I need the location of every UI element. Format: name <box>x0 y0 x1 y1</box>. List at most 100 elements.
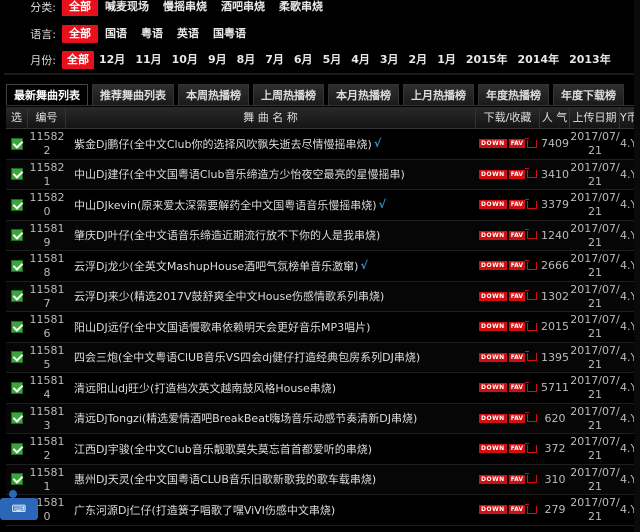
row-checkbox[interactable] <box>11 168 23 181</box>
download-button[interactable]: DOWN <box>478 322 507 332</box>
row-checkbox[interactable] <box>11 259 23 272</box>
row-checkbox[interactable] <box>11 290 23 303</box>
favorite-button[interactable]: FAV <box>508 261 526 271</box>
row-song-name-link[interactable]: 惠州DJ天灵(全中文国粤语CLUB音乐旧歌新歌我的歌车载串烧) <box>74 471 376 487</box>
row-song-name-link[interactable]: 紫金Dj鹏仔(全中文Club你的选择风吹飘失逝去尽情慢摇串烧) <box>74 136 372 152</box>
month-option-5[interactable]: 8月 <box>232 51 261 69</box>
tab-year-downloads[interactable]: 年度下载榜 <box>553 84 624 106</box>
month-option-15[interactable]: 2013年 <box>564 51 616 69</box>
language-option-2[interactable]: 粤语 <box>134 25 170 43</box>
tab-recommended[interactable]: 推荐舞曲列表 <box>92 84 174 106</box>
row-song-name-link[interactable]: 云浮DJ来少(精选2017V鼓舒爽全中文House伤感情歌系列串烧) <box>74 288 384 304</box>
table-row[interactable]: 115821 中山Dj建仔(全中文国粤语Club音乐缔造方少怡夜空最亮的星慢摇串)… <box>6 159 634 190</box>
favorite-button[interactable]: FAV <box>508 505 526 515</box>
row-song-name-link[interactable]: 云浮Dj龙少(全英文MashupHouse酒吧气氛榜单音乐激窜) <box>74 258 358 274</box>
table-row[interactable]: 115818 云浮Dj龙少(全英文MashupHouse酒吧气氛榜单音乐激窜) √ D… <box>6 251 634 282</box>
download-button[interactable]: DOWN <box>478 230 507 240</box>
tab-this-week[interactable]: 本周热播榜 <box>178 84 249 106</box>
keyboard-widget-button[interactable]: ⌨ <box>0 498 38 520</box>
cart-icon[interactable] <box>525 229 538 240</box>
language-option-3[interactable]: 英语 <box>170 25 206 43</box>
tab-last-week[interactable]: 上周热播榜 <box>253 84 324 106</box>
row-song-name-link[interactable]: 广东河源Dj仁仔(打造簧子唱歌了嘿ViVI伤感中文串烧) <box>74 502 335 518</box>
row-checkbox[interactable] <box>11 442 23 455</box>
cart-icon[interactable] <box>525 351 538 362</box>
cart-icon[interactable] <box>525 412 538 423</box>
favorite-button[interactable]: FAV <box>508 444 526 454</box>
cart-icon[interactable] <box>525 168 538 179</box>
category-option-4[interactable]: 柔歌串烧 <box>272 0 330 16</box>
favorite-button[interactable]: FAV <box>508 322 526 332</box>
row-checkbox[interactable] <box>11 198 23 211</box>
category-option-1[interactable]: 喊麦现场 <box>98 0 156 16</box>
language-option-all[interactable]: 全部 <box>62 25 98 43</box>
language-option-4[interactable]: 国粤语 <box>206 25 253 43</box>
month-option-1[interactable]: 12月 <box>94 51 130 69</box>
cart-icon[interactable] <box>525 381 538 392</box>
row-song-name-link[interactable]: 阳山DJ远仔(全中文国语慢歌串依赖明天会更好音乐MP3唱片) <box>74 319 370 335</box>
download-button[interactable]: DOWN <box>478 169 507 179</box>
table-row[interactable]: 115811 惠州DJ天灵(全中文国粤语CLUB音乐旧歌新歌我的歌车载串烧) DOW… <box>6 464 634 495</box>
month-option-13[interactable]: 2015年 <box>461 51 513 69</box>
month-option-6[interactable]: 7月 <box>260 51 289 69</box>
cart-icon[interactable] <box>525 473 538 484</box>
month-option-7[interactable]: 6月 <box>289 51 318 69</box>
download-button[interactable]: DOWN <box>478 261 507 271</box>
row-checkbox[interactable] <box>11 473 23 486</box>
table-row[interactable]: 115813 清远DjTongzi(精选爱情酒吧BreakBeat嗨场音乐动感节奏… <box>6 403 634 434</box>
row-song-name-link[interactable]: 肇庆DJ叶仔(全中文语音乐缔造近期流行放不下你的人是我串烧) <box>74 227 380 243</box>
cart-icon[interactable] <box>525 137 538 148</box>
download-button[interactable]: DOWN <box>478 444 507 454</box>
favorite-button[interactable]: FAV <box>508 413 526 423</box>
category-option-2[interactable]: 慢摇串烧 <box>156 0 214 16</box>
download-button[interactable]: DOWN <box>478 505 507 515</box>
category-option-3[interactable]: 酒吧串烧 <box>214 0 272 16</box>
cart-icon[interactable] <box>525 503 538 514</box>
row-song-name-link[interactable]: 中山DJkevin(原来爱太深需要解药全中文国粤语音乐慢摇串烧) <box>74 197 377 213</box>
month-option-12[interactable]: 1月 <box>432 51 461 69</box>
table-row[interactable]: 115820 中山DJkevin(原来爱太深需要解药全中文国粤语音乐慢摇串烧) √ D… <box>6 190 634 221</box>
tab-last-month[interactable]: 上月热播榜 <box>403 84 474 106</box>
month-option-11[interactable]: 2月 <box>404 51 433 69</box>
month-option-4[interactable]: 9月 <box>203 51 232 69</box>
row-checkbox[interactable] <box>11 320 23 333</box>
page-scrollbar[interactable] <box>634 0 640 532</box>
month-option-9[interactable]: 4月 <box>346 51 375 69</box>
table-row[interactable]: 115819 肇庆DJ叶仔(全中文语音乐缔造近期流行放不下你的人是我串烧) DOWN… <box>6 220 634 251</box>
row-song-name-link[interactable]: 江西DJ宇骏(全中文Club音乐靓歌莫失莫忘首首都爱听的串烧) <box>74 441 372 457</box>
favorite-button[interactable]: FAV <box>508 352 526 362</box>
month-option-8[interactable]: 5月 <box>318 51 347 69</box>
favorite-button[interactable]: FAV <box>508 139 526 149</box>
language-option-1[interactable]: 国语 <box>98 25 134 43</box>
table-row[interactable]: 115822 紫金Dj鹏仔(全中文Club你的选择风吹飘失逝去尽情慢摇串烧) √ DO… <box>6 129 634 160</box>
table-row[interactable]: 115815 四会三炮(全中文粤语ClUB音乐VS四会dj健仔打造经典包房系列DJ… <box>6 342 634 373</box>
download-button[interactable]: DOWN <box>478 383 507 393</box>
month-option-10[interactable]: 3月 <box>375 51 404 69</box>
row-song-name-link[interactable]: 清远DjTongzi(精选爱情酒吧BreakBeat嗨场音乐动感节奏清新DJ串烧… <box>74 410 417 426</box>
row-song-name-link[interactable]: 中山Dj建仔(全中文国粤语Club音乐缔造方少怡夜空最亮的星慢摇串) <box>74 166 405 182</box>
row-checkbox[interactable] <box>11 351 23 364</box>
download-button[interactable]: DOWN <box>478 474 507 484</box>
tab-latest[interactable]: 最新舞曲列表 <box>6 84 88 106</box>
row-checkbox[interactable] <box>11 412 23 425</box>
favorite-button[interactable]: FAV <box>508 383 526 393</box>
month-option-3[interactable]: 10月 <box>167 51 203 69</box>
cart-icon[interactable] <box>525 442 538 453</box>
cart-icon[interactable] <box>525 320 538 331</box>
category-option-all[interactable]: 全部 <box>62 0 98 16</box>
row-checkbox[interactable] <box>11 229 23 242</box>
month-option-2[interactable]: 11月 <box>130 51 166 69</box>
download-button[interactable]: DOWN <box>478 413 507 423</box>
row-song-name-link[interactable]: 清远阳山dj旺少(打造档次英文越南鼓风格House串烧) <box>74 380 336 396</box>
cart-icon[interactable] <box>525 259 538 270</box>
row-checkbox[interactable] <box>11 137 23 150</box>
month-option-all[interactable]: 全部 <box>62 51 94 69</box>
download-button[interactable]: DOWN <box>478 200 507 210</box>
tab-year-plays[interactable]: 年度热播榜 <box>478 84 549 106</box>
row-checkbox[interactable] <box>11 381 23 394</box>
table-row[interactable]: 115814 清远阳山dj旺少(打造档次英文越南鼓风格House串烧) DOWN FA… <box>6 373 634 404</box>
table-row[interactable]: 115816 阳山DJ远仔(全中文国语慢歌串依赖明天会更好音乐MP3唱片) DOWN… <box>6 312 634 343</box>
row-song-name-link[interactable]: 四会三炮(全中文粤语ClUB音乐VS四会dj健仔打造经典包房系列DJ串烧) <box>74 349 420 365</box>
download-button[interactable]: DOWN <box>478 139 507 149</box>
month-option-14[interactable]: 2014年 <box>512 51 564 69</box>
